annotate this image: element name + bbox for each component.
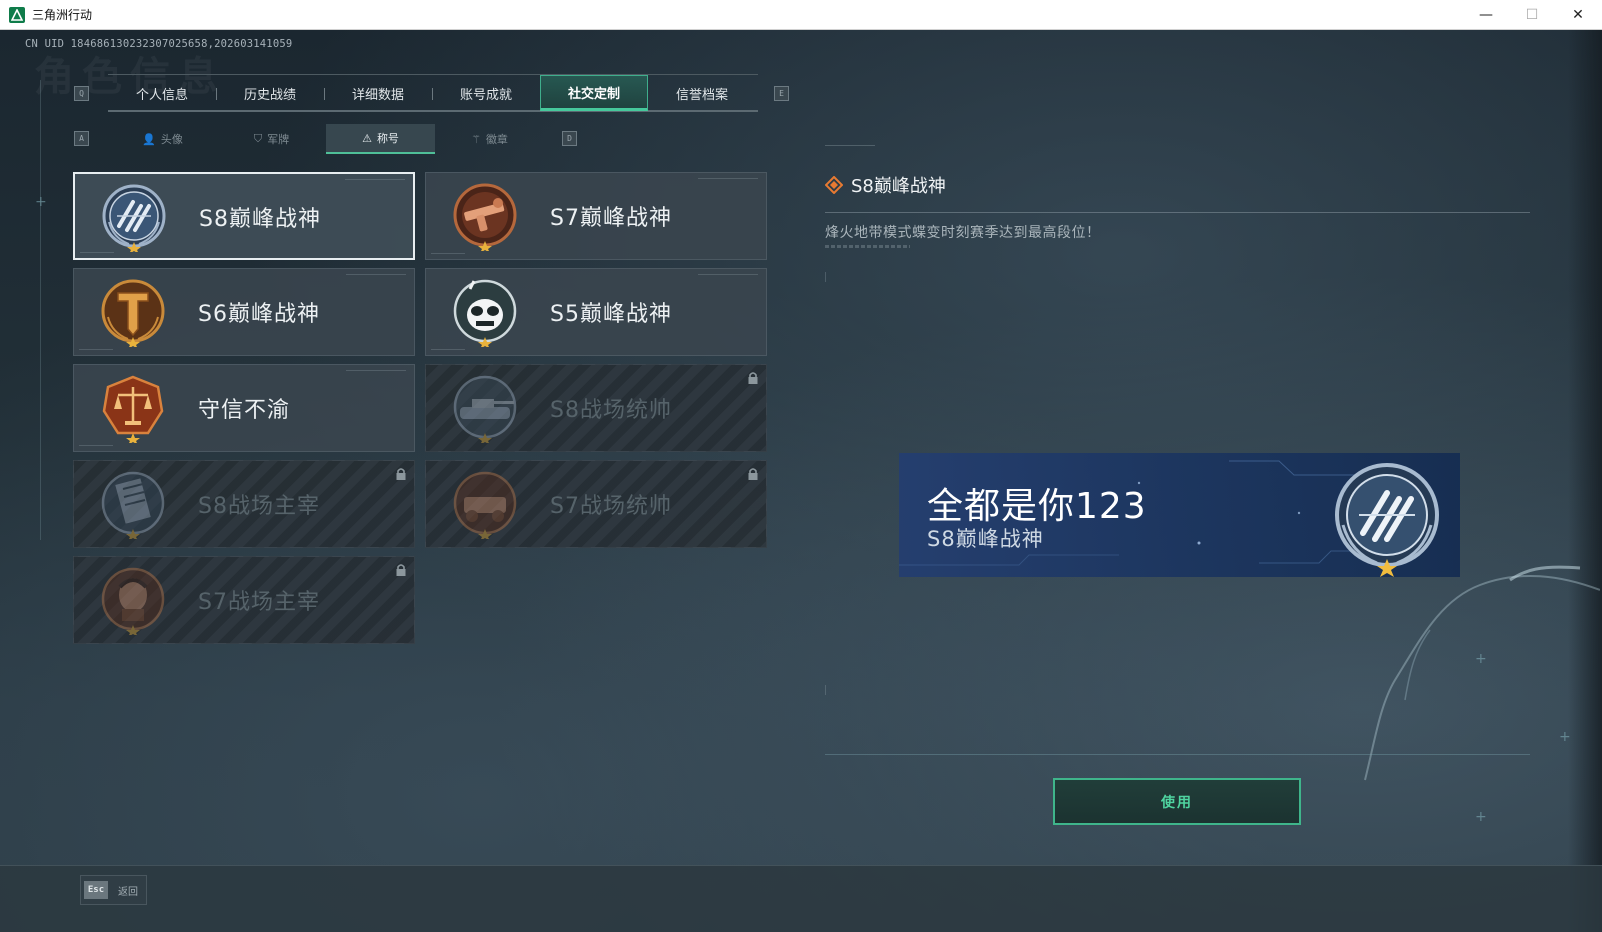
card-deco-line — [79, 445, 113, 446]
preview-player-name: 全都是你123 — [927, 486, 1147, 527]
detail-description: 烽火地带模式蝶变时刻赛季达到最高段位！ — [825, 225, 1101, 241]
subtab-dogtag-label: 军牌 — [267, 133, 290, 146]
person-icon: 👤 — [142, 132, 156, 146]
card-deco-line — [698, 178, 758, 179]
tab-reputation-record[interactable]: 信誉档案 — [648, 75, 756, 111]
vehicle-badge-icon — [453, 471, 517, 539]
title-card-s7-peak[interactable]: S7巅峰战神 — [425, 172, 767, 260]
dogtag-icon: ⛉ — [253, 132, 263, 145]
detail-side-tick — [825, 272, 826, 282]
lock-icon — [396, 468, 406, 480]
s8-peak-badge-icon — [1335, 463, 1439, 577]
bottom-bar — [0, 865, 1602, 932]
title-card-s7-commander[interactable]: S7战场统帅 — [425, 460, 767, 548]
diamond-icon — [825, 176, 843, 194]
tab-social-customization[interactable]: 社交定制 — [540, 75, 648, 111]
right-edge-shade — [1568, 30, 1602, 932]
building-badge-icon — [101, 471, 165, 539]
title-card-name: S8战场统帅 — [550, 398, 672, 423]
title-card-s8-peak[interactable]: S8巅峰战神 — [73, 172, 415, 260]
card-deco-line — [346, 370, 406, 371]
title-card-s6-peak[interactable]: S6巅峰战神 — [73, 268, 415, 356]
title-card-name: S7战场主宰 — [198, 590, 320, 615]
emblem-icon: ⚚ — [471, 132, 481, 146]
soldier-badge-icon — [101, 567, 165, 635]
title-icon: ⚠ — [362, 131, 372, 145]
window-title: 三角洲行动 — [32, 8, 93, 22]
s8-peak-badge-icon — [102, 184, 166, 252]
detail-title: S8巅峰战神 — [851, 176, 946, 197]
title-card-trustworthy[interactable]: 守信不渝 — [73, 364, 415, 452]
title-card-s5-peak[interactable]: S5巅峰战神 — [425, 268, 767, 356]
plus-marker-icon: + — [35, 194, 47, 210]
card-deco-line — [345, 179, 405, 180]
s6-peak-badge-icon — [101, 279, 165, 347]
title-card-s7-dominator[interactable]: S7战场主宰 — [73, 556, 415, 644]
tab-achievements[interactable]: 账号成就 — [432, 75, 540, 111]
key-hint-q: Q — [74, 86, 89, 101]
detail-divider — [825, 212, 1530, 213]
app-logo-icon — [9, 6, 25, 23]
card-deco-line — [431, 349, 465, 350]
tab-personal-info[interactable]: 个人信息 — [108, 75, 216, 111]
subtab-title-label: 称号 — [376, 132, 399, 145]
window-titlebar: 三角洲行动 — ☐ ✕ — [0, 0, 1602, 30]
detail-title-row: S8巅峰战神 — [825, 172, 946, 198]
tank-badge-icon — [453, 375, 517, 443]
title-card-name: S7战场统帅 — [550, 494, 672, 519]
sub-tab-bar: 👤 头像 ⛉ 军牌 ⚠ 称号 ⚚ 徽章 — [108, 124, 544, 154]
title-card-name: S8巅峰战神 — [199, 207, 321, 232]
tab-detailed-stats[interactable]: 详细数据 — [324, 75, 432, 111]
plus-marker-icon: + — [1475, 651, 1487, 667]
back-button[interactable]: Esc 返回 — [80, 875, 147, 905]
name-card-preview: 全都是你123 S8巅峰战神 — [899, 453, 1460, 577]
title-card-name: S5巅峰战神 — [550, 302, 672, 327]
s7-peak-badge-icon — [453, 183, 517, 251]
title-card-s8-dominator[interactable]: S8战场主宰 — [73, 460, 415, 548]
lock-icon — [748, 468, 758, 480]
title-card-s8-commander[interactable]: S8战场统帅 — [425, 364, 767, 452]
s5-peak-badge-icon — [453, 279, 517, 347]
key-hint-a: A — [74, 131, 89, 146]
subtab-emblem-label: 徽章 — [485, 133, 508, 146]
detail-side-tick — [825, 685, 826, 695]
esc-key-hint: Esc — [84, 881, 108, 899]
scales-badge-icon — [102, 375, 164, 443]
maximize-button[interactable]: ☐ — [1509, 0, 1555, 30]
card-deco-line — [698, 274, 758, 275]
detail-deco-line — [825, 145, 875, 146]
game-viewport: CN UID 18468613023230702565​8,2026031410… — [0, 30, 1602, 932]
preview-title-name: S8巅峰战神 — [927, 527, 1044, 551]
subtab-dogtag[interactable]: ⛉ 军牌 — [217, 124, 326, 154]
card-deco-line — [80, 252, 114, 253]
back-label: 返回 — [118, 886, 138, 898]
plus-marker-icon: + — [1475, 809, 1487, 825]
title-card-name: S7巅峰战神 — [550, 206, 672, 231]
detail-deco-dashes — [825, 245, 910, 248]
card-deco-line — [79, 349, 113, 350]
left-guide-line — [40, 80, 41, 540]
lock-icon — [748, 372, 758, 384]
subtab-emblem[interactable]: ⚚ 徽章 — [435, 124, 544, 154]
plus-marker-icon: + — [1559, 729, 1571, 745]
use-button[interactable]: 使用 — [1053, 778, 1301, 825]
subtab-title[interactable]: ⚠ 称号 — [326, 124, 435, 154]
subtab-avatar[interactable]: 👤 头像 — [108, 124, 217, 154]
lock-icon — [396, 564, 406, 576]
title-card-name: S8战场主宰 — [198, 494, 320, 519]
main-tab-bar: 个人信息 历史战绩 详细数据 账号成就 社交定制 信誉档案 — [108, 74, 758, 112]
card-deco-line — [431, 253, 465, 254]
title-card-name: 守信不渝 — [198, 398, 291, 423]
tab-match-history[interactable]: 历史战绩 — [216, 75, 324, 111]
card-deco-line — [346, 274, 406, 275]
subtab-avatar-label: 头像 — [160, 133, 183, 146]
detail-bottom-divider — [825, 754, 1530, 755]
title-card-name: S6巅峰战神 — [198, 302, 320, 327]
close-button[interactable]: ✕ — [1555, 0, 1601, 30]
key-hint-d: D — [562, 131, 577, 146]
key-hint-e: E — [774, 86, 789, 101]
minimize-button[interactable]: — — [1463, 0, 1509, 30]
